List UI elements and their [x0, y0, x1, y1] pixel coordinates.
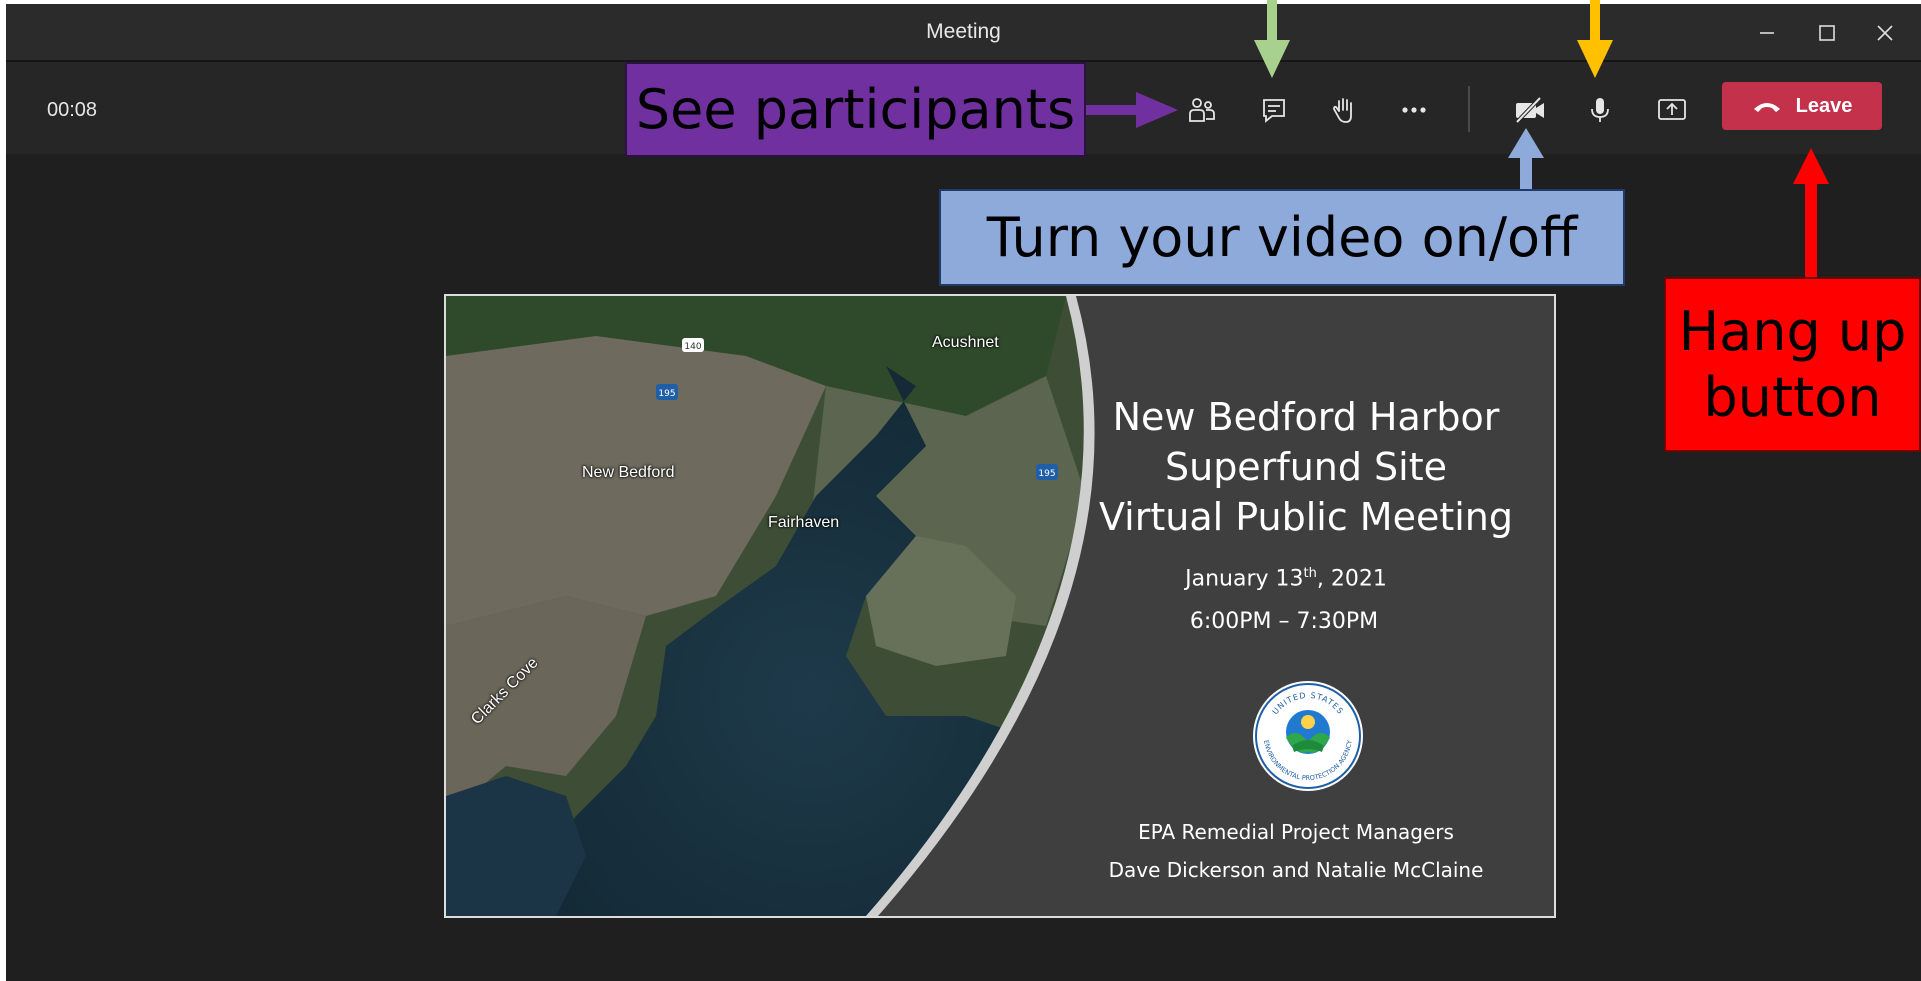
leave-button[interactable]: Leave [1722, 82, 1882, 130]
close-button[interactable] [1856, 10, 1914, 56]
maximize-icon [1819, 25, 1835, 41]
slide-title-line-1: New Bedford Harbor [1112, 395, 1500, 439]
epa-seal-logo: UNITED STATES ENVIRONMENTAL PROTECTION A… [1253, 681, 1363, 791]
slide-managers-heading: EPA Remedial Project Managers [1138, 820, 1454, 844]
microphone-icon [1591, 98, 1609, 122]
chat-icon [1263, 99, 1285, 123]
arrow-to-leave [1793, 148, 1829, 278]
slide-time: 6:00PM – 7:30PM [1189, 609, 1379, 634]
raise-hand-button[interactable] [1318, 84, 1370, 136]
leave-label: Leave [1795, 94, 1853, 117]
arrow-to-camera [1508, 128, 1544, 190]
share-screen-icon [1658, 99, 1686, 120]
maximize-button[interactable] [1798, 10, 1856, 56]
slide-managers-names: Dave Dickerson and Natalie McClaine [1108, 858, 1484, 882]
i195-east-shield: 195 [1038, 469, 1055, 479]
show-conversation-button[interactable] [1248, 84, 1300, 136]
arrow-to-microphone [1577, 0, 1613, 78]
share-content-button[interactable] [1646, 84, 1698, 136]
close-icon [1877, 25, 1893, 41]
minimize-button[interactable] [1738, 10, 1796, 56]
hang-up-icon [1753, 103, 1780, 112]
slide-title: New Bedford Harbor Superfund Site Virtua… [1076, 392, 1536, 542]
show-participants-button[interactable] [1176, 84, 1228, 136]
shared-slide: 140 195 195 Acushnet New Bedford Fairhav… [444, 294, 1556, 918]
window-title: Meeting [926, 20, 1001, 43]
callout-video-toggle: Turn your video on/off [939, 189, 1625, 286]
microphone-toggle-button[interactable] [1574, 84, 1626, 136]
minimize-icon [1760, 32, 1774, 34]
arrow-to-chat [1254, 0, 1290, 78]
callout-hang-up-line-1: Hang up [1678, 299, 1907, 363]
callout-hang-up: Hang up button [1664, 277, 1921, 452]
meeting-timer: 00:08 [47, 99, 98, 121]
raise-hand-icon [1333, 98, 1352, 123]
slide-title-line-3: Virtual Public Meeting [1099, 495, 1513, 539]
camera-off-icon [1515, 96, 1544, 124]
arrow-to-participants [1086, 92, 1178, 128]
callout-hang-up-line-2: button [1703, 365, 1882, 429]
participants-icon [1189, 98, 1215, 122]
aerial-map-image: 140 195 195 [446, 296, 1126, 916]
more-actions-button[interactable] [1388, 84, 1440, 136]
route-140-shield: 140 [684, 342, 701, 352]
toolbar-divider [1468, 86, 1470, 132]
title-bar: Meeting [6, 4, 1921, 62]
map-label-acushnet: Acushnet [932, 334, 999, 351]
map-label-fairhaven: Fairhaven [768, 514, 840, 531]
i195-west-shield: 195 [658, 389, 675, 399]
map-label-new-bedford: New Bedford [582, 464, 675, 481]
callout-see-participants: See participants [625, 62, 1086, 157]
slide-date: January 13th, 2021 [1185, 566, 1387, 592]
slide-title-line-2: Superfund Site [1164, 445, 1448, 489]
more-options-icon [1402, 107, 1426, 113]
